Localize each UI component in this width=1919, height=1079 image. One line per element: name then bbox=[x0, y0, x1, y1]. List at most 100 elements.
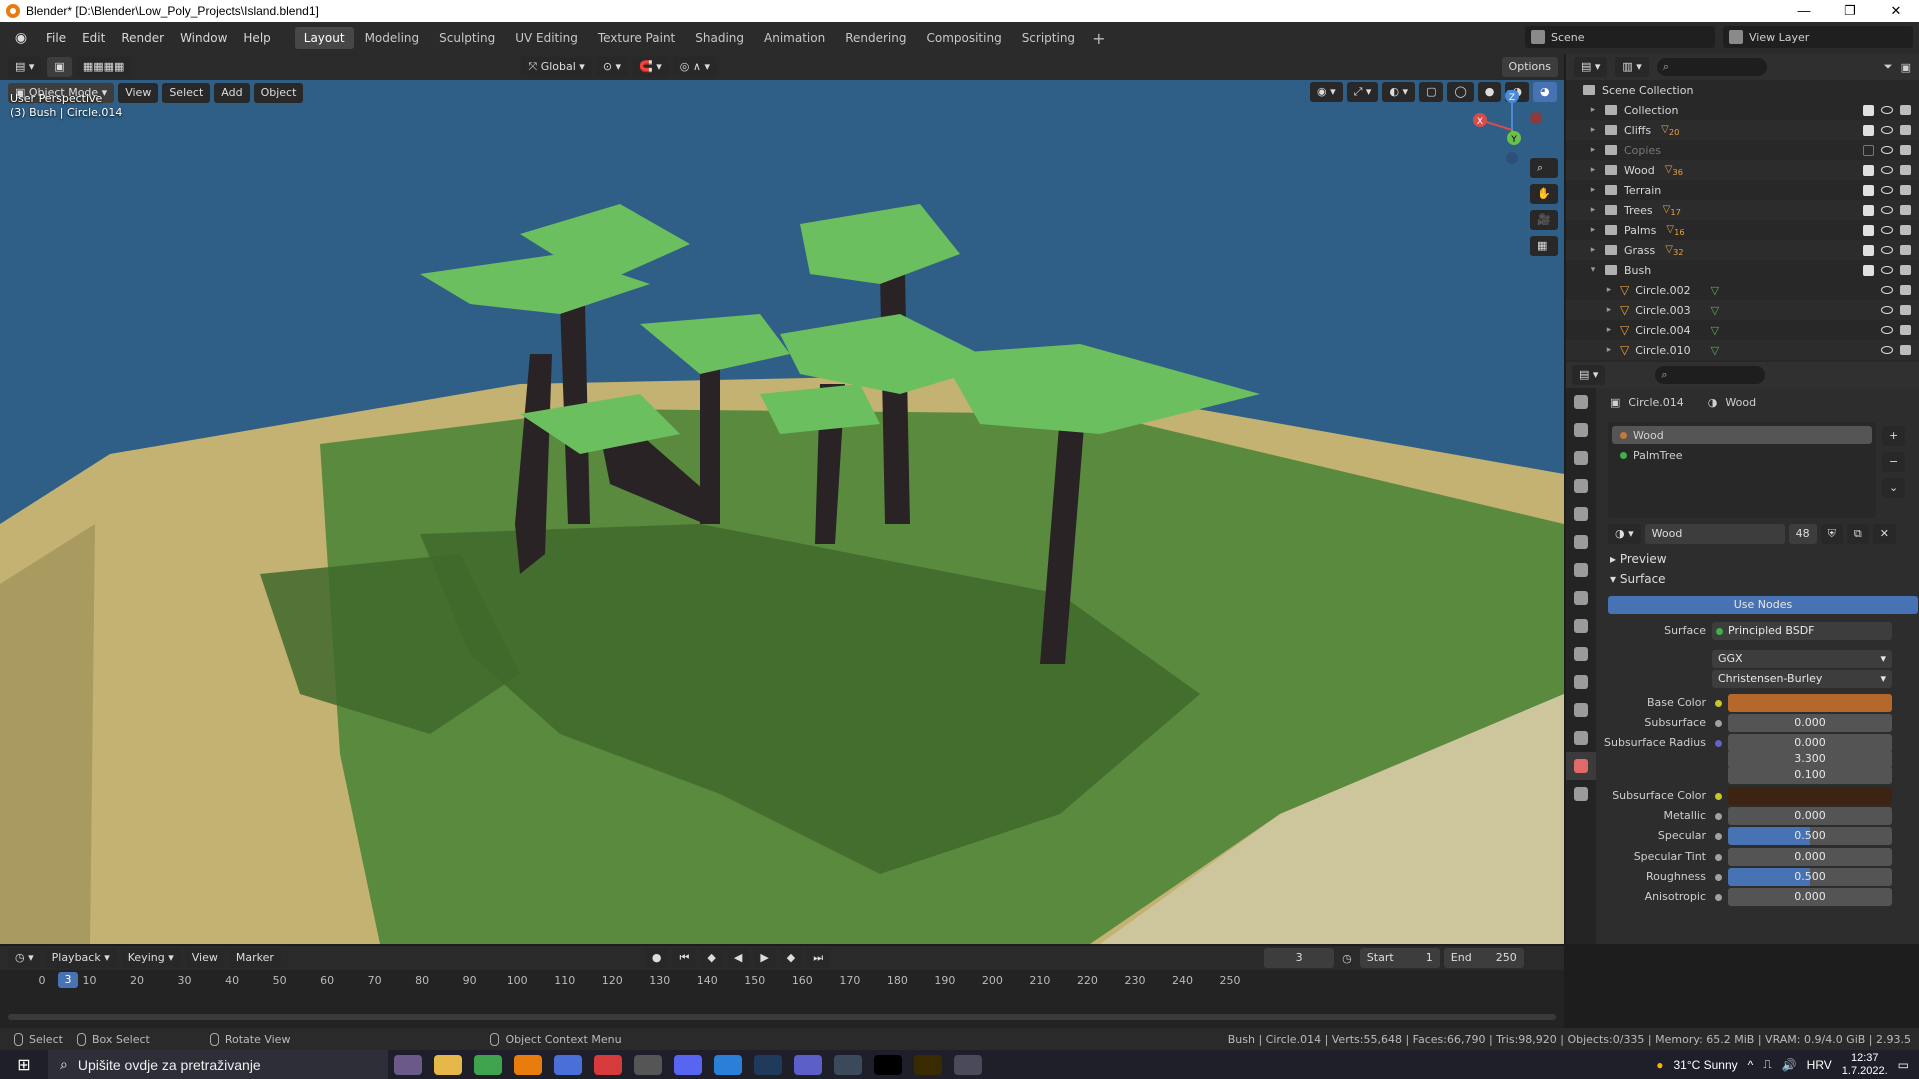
options-button[interactable]: Options bbox=[1501, 57, 1558, 77]
properties-editor-type[interactable]: ▤ ▾ bbox=[1572, 365, 1606, 385]
tab-constraints[interactable] bbox=[1566, 696, 1596, 724]
material-users-count[interactable]: 48 bbox=[1788, 524, 1817, 544]
menu-keying[interactable]: Keying ▾ bbox=[120, 948, 181, 968]
play-icon[interactable]: ▶ bbox=[753, 948, 776, 968]
vscode-icon[interactable] bbox=[714, 1054, 742, 1075]
camera-icon[interactable] bbox=[1900, 185, 1911, 195]
stopwatch-icon[interactable]: ◷ bbox=[1342, 952, 1352, 965]
camera-icon[interactable] bbox=[1900, 305, 1911, 315]
menu-edit[interactable]: Edit bbox=[74, 28, 113, 48]
eye-icon[interactable] bbox=[1881, 106, 1893, 114]
tab-modifiers[interactable] bbox=[1566, 612, 1596, 640]
expand-arrow-icon[interactable]: ▸ bbox=[1588, 225, 1598, 235]
app-yellow-icon[interactable] bbox=[914, 1054, 942, 1075]
eye-icon[interactable] bbox=[1881, 286, 1893, 294]
outliner-row-cliffs[interactable]: ▸ Cliffs ▽20 bbox=[1566, 120, 1919, 140]
camera-icon[interactable] bbox=[1900, 245, 1911, 255]
menu-playback[interactable]: Playback ▾ bbox=[44, 948, 117, 968]
camera-icon[interactable] bbox=[1900, 105, 1911, 115]
eye-icon[interactable] bbox=[1881, 166, 1893, 174]
substance-icon[interactable] bbox=[594, 1054, 622, 1075]
expand-arrow-icon[interactable]: ▾ bbox=[1588, 265, 1598, 275]
expand-arrow-icon[interactable]: ▸ bbox=[1588, 145, 1598, 155]
typora-icon[interactable] bbox=[874, 1054, 902, 1075]
exclude-checkbox[interactable] bbox=[1863, 104, 1874, 116]
auto-key-icon[interactable]: ● bbox=[644, 948, 669, 968]
menu-window[interactable]: Window bbox=[172, 28, 235, 48]
surface-panel-header[interactable]: ▾ Surface bbox=[1610, 572, 1666, 586]
eye-icon[interactable] bbox=[1881, 126, 1893, 134]
subsurface-color-field[interactable] bbox=[1728, 787, 1892, 805]
taskbar-search-input[interactable]: ⌕ Upišite ovdje za pretraživanje bbox=[48, 1050, 388, 1079]
camera-icon[interactable] bbox=[1900, 205, 1911, 215]
tab-animation[interactable]: Animation bbox=[755, 27, 834, 49]
pivot-button[interactable]: ⊙ ▾ bbox=[595, 57, 629, 77]
base-color-field[interactable] bbox=[1728, 694, 1892, 712]
exclude-checkbox[interactable] bbox=[1863, 124, 1874, 136]
exclude-checkbox[interactable] bbox=[1863, 224, 1874, 236]
resolve-icon[interactable] bbox=[834, 1054, 862, 1075]
minimize-button[interactable]: — bbox=[1781, 0, 1827, 22]
start-frame-field[interactable]: Start 1 bbox=[1359, 948, 1440, 968]
maximize-button[interactable]: ❐ bbox=[1827, 0, 1873, 22]
outliner-search-input[interactable]: ⌕ bbox=[1656, 58, 1767, 76]
menu-timeline-view[interactable]: View bbox=[184, 948, 225, 968]
app-circle-icon[interactable] bbox=[554, 1054, 582, 1075]
anisotropic-field[interactable]: 0.000 bbox=[1728, 888, 1892, 906]
tab-object[interactable] bbox=[1566, 584, 1596, 612]
unity-icon[interactable] bbox=[634, 1054, 662, 1075]
playhead[interactable]: 3 bbox=[58, 972, 78, 988]
camera-icon[interactable] bbox=[1900, 125, 1911, 135]
menu-marker[interactable]: Marker bbox=[228, 948, 281, 968]
exclude-checkbox[interactable] bbox=[1863, 204, 1874, 216]
timeline-scrollbar[interactable] bbox=[8, 1014, 1556, 1020]
tab-modeling[interactable]: Modeling bbox=[356, 27, 429, 49]
tab-output[interactable] bbox=[1566, 444, 1596, 472]
play-reverse-icon[interactable]: ◀ bbox=[726, 948, 750, 968]
add-slot-button[interactable]: + bbox=[1882, 426, 1906, 446]
editor-type-button[interactable]: ▤ ▾ bbox=[8, 57, 42, 77]
tab-collection[interactable] bbox=[1566, 556, 1596, 584]
3d-viewport[interactable]: ▤ ▾ ▣ ▦▦▦▦ ⤧ Global ▾ ⊙ ▾ 🧲 ▾ ◎ ∧ ▾ Opti… bbox=[0, 54, 1564, 944]
camera-view-icon[interactable]: 🎥 bbox=[1530, 210, 1558, 230]
tab-compositing[interactable]: Compositing bbox=[917, 27, 1010, 49]
expand-arrow-icon[interactable]: ▸ bbox=[1588, 185, 1598, 195]
xray-icon[interactable]: ▢ bbox=[1419, 82, 1444, 102]
tab-uv-editing[interactable]: UV Editing bbox=[506, 27, 587, 49]
eye-icon[interactable] bbox=[1881, 226, 1893, 234]
browse-material-icon[interactable]: ◑ ▾ bbox=[1608, 524, 1641, 544]
close-button[interactable]: ✕ bbox=[1873, 0, 1919, 22]
tab-texture-paint[interactable]: Texture Paint bbox=[589, 27, 684, 49]
menu-view[interactable]: View bbox=[118, 83, 159, 103]
outliner-row-wood[interactable]: ▸ Wood ▽36 bbox=[1566, 160, 1919, 180]
selection-modes[interactable]: ▦▦▦▦ bbox=[75, 57, 132, 77]
tab-shading[interactable]: Shading bbox=[686, 27, 753, 49]
eye-icon[interactable] bbox=[1881, 146, 1893, 154]
menu-file[interactable]: File bbox=[38, 28, 74, 48]
exclude-checkbox[interactable] bbox=[1863, 164, 1874, 176]
exclude-checkbox[interactable] bbox=[1863, 244, 1874, 256]
wireframe-shading-icon[interactable]: ◯ bbox=[1447, 82, 1474, 102]
end-frame-field[interactable]: End 250 bbox=[1443, 948, 1524, 968]
eye-icon[interactable] bbox=[1881, 346, 1893, 354]
outliner-row-grass[interactable]: ▸ Grass ▽32 bbox=[1566, 240, 1919, 260]
blender-taskbar-icon[interactable] bbox=[514, 1054, 542, 1075]
tab-tool[interactable] bbox=[1566, 388, 1596, 416]
duplicate-material-icon[interactable]: ⧉ bbox=[1846, 524, 1869, 544]
exclude-checkbox[interactable] bbox=[1863, 144, 1874, 156]
expand-arrow-icon[interactable]: ▸ bbox=[1588, 245, 1598, 255]
tab-world[interactable] bbox=[1566, 528, 1596, 556]
overlay-toggle-icon[interactable]: ◐ ▾ bbox=[1382, 82, 1416, 102]
tab-data[interactable] bbox=[1566, 724, 1596, 752]
tab-scene[interactable] bbox=[1566, 500, 1596, 528]
scene-collection-row[interactable]: Scene Collection bbox=[1566, 80, 1919, 100]
unlink-material-icon[interactable]: ✕ bbox=[1872, 524, 1896, 544]
discord-icon[interactable] bbox=[674, 1054, 702, 1075]
eye-icon[interactable] bbox=[1881, 186, 1893, 194]
tab-texture[interactable] bbox=[1566, 780, 1596, 808]
new-collection-icon[interactable]: ▣ bbox=[1901, 61, 1911, 74]
remove-slot-button[interactable]: − bbox=[1882, 452, 1906, 472]
camera-icon[interactable] bbox=[1900, 285, 1911, 295]
jump-end-icon[interactable]: ⏭ bbox=[806, 948, 831, 968]
slot-menu-button[interactable]: ⌄ bbox=[1882, 478, 1906, 498]
